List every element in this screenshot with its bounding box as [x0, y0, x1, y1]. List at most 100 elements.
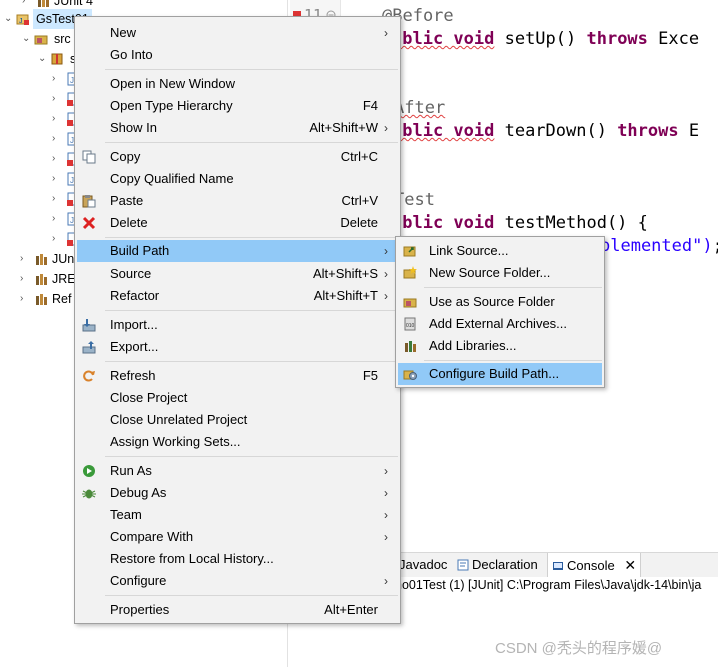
menu-item-refresh[interactable]: Refresh F5 [77, 365, 398, 387]
menu-item-export[interactable]: Export... [77, 336, 398, 358]
menu-item-open-in-new-window[interactable]: Open in New Window [77, 73, 398, 95]
bottom-view-tabs: Javadoc Declaration Console ✕ [395, 552, 718, 577]
keyword: ublic void [392, 29, 495, 49]
code-line: ublic void testMethod() { [392, 213, 648, 233]
menu-item-copy-qualified-name[interactable]: Copy Qualified Name [77, 168, 398, 190]
tree-item-label: src [54, 32, 71, 46]
collapsed-arrow-icon[interactable]: › [52, 234, 62, 244]
tab-javadoc[interactable]: Javadoc [399, 553, 447, 577]
menu-item-add-libraries[interactable]: Add Libraries... [398, 335, 602, 357]
tab-console[interactable]: Console ✕ [547, 553, 642, 577]
collapsed-arrow-icon[interactable]: › [20, 294, 30, 304]
console-icon [553, 562, 563, 570]
menu-item-go-into[interactable]: Go Into [77, 44, 398, 66]
menu-item-label: Add Libraries... [429, 338, 517, 353]
tree-item-referenced-libraries[interactable]: › Ref [0, 289, 80, 309]
menu-item-delete[interactable]: Delete Delete [77, 212, 398, 234]
tree-item-jre-library[interactable]: › JRE [0, 269, 80, 289]
menu-item-configure[interactable]: Configure › [77, 570, 398, 592]
declaration-icon [457, 559, 469, 571]
menu-item-assign-working-sets[interactable]: Assign Working Sets... [77, 431, 398, 453]
tab-label: Console [567, 558, 615, 573]
menu-item-open-type-hierarchy[interactable]: Open Type Hierarchy F4 [77, 95, 398, 117]
menu-item-label: Copy [110, 149, 141, 164]
menu-item-close-unrelated-project[interactable]: Close Unrelated Project [77, 409, 398, 431]
menu-item-build-path[interactable]: Build Path › [77, 240, 398, 262]
menu-item-team[interactable]: Team › [77, 504, 398, 526]
menu-item-label: Go Into [110, 47, 153, 62]
collapsed-arrow-icon[interactable]: › [20, 274, 30, 284]
collapsed-arrow-icon[interactable]: › [52, 134, 62, 144]
code-text: Exce [647, 29, 700, 49]
keyword: throws [586, 29, 648, 49]
menu-separator [105, 310, 398, 311]
keyword: throws [617, 121, 679, 141]
menu-separator [424, 287, 602, 288]
collapsed-arrow-icon[interactable]: › [52, 74, 62, 84]
collapsed-arrow-icon[interactable]: › [20, 254, 30, 264]
menu-item-import[interactable]: Import... [77, 314, 398, 336]
expanded-arrow-icon[interactable]: ⌄ [4, 14, 14, 24]
collapsed-arrow-icon[interactable]: › [52, 114, 62, 124]
menu-item-label: Import... [110, 317, 158, 332]
keyword: ublic void [392, 213, 495, 233]
menu-item-label: Refactor [110, 288, 160, 303]
menu-item-link-source[interactable]: Link Source... [398, 240, 602, 262]
expanded-arrow-icon[interactable]: ⌄ [38, 54, 48, 64]
tab-label: Declaration [472, 557, 538, 572]
menu-item-paste[interactable]: Paste Ctrl+V [77, 190, 398, 212]
menu-item-label: Close Unrelated Project [110, 412, 248, 427]
menu-separator [105, 237, 398, 238]
menu-item-run-as[interactable]: Run As › [77, 460, 398, 482]
submenu-arrow-icon: › [384, 486, 388, 500]
menu-item-debug-as[interactable]: Debug As › [77, 482, 398, 504]
close-icon[interactable]: ✕ [624, 557, 636, 573]
menu-shortcut: Alt+Shift+S [312, 266, 378, 281]
library-icon [405, 341, 416, 352]
menu-item-label: Restore from Local History... [110, 551, 274, 566]
menu-item-configure-build-path[interactable]: Configure Build Path... [398, 363, 602, 385]
menu-item-add-external-archives[interactable]: 010 Add External Archives... [398, 313, 602, 335]
menu-item-use-as-source-folder[interactable]: Use as Source Folder [398, 291, 602, 313]
keyword: ublic void [392, 121, 495, 141]
collapsed-arrow-icon[interactable]: › [52, 94, 62, 104]
tree-item-junit-library[interactable]: › JUn [0, 249, 80, 269]
tree-item-label: Ref [52, 292, 72, 306]
menu-item-label: Configure [110, 573, 167, 588]
collapsed-arrow-icon[interactable]: › [22, 0, 32, 6]
collapsed-arrow-icon[interactable]: › [52, 154, 62, 164]
library-icon [36, 274, 47, 285]
menu-item-restore-from-local-history[interactable]: Restore from Local History... [77, 548, 398, 570]
menu-separator [105, 595, 398, 596]
menu-item-compare-with[interactable]: Compare With › [77, 526, 398, 548]
collapsed-arrow-icon[interactable]: › [52, 174, 62, 184]
menu-item-properties[interactable]: Properties Alt+Enter [77, 599, 398, 621]
menu-item-label: Run As [110, 463, 152, 478]
menu-item-copy[interactable]: Copy Ctrl+C [77, 146, 398, 168]
menu-item-source[interactable]: Source Alt+Shift+S › [77, 263, 398, 285]
menu-shortcut: F4 [362, 98, 378, 113]
menu-item-label: Debug As [110, 485, 167, 500]
tab-label: Javadoc [399, 557, 448, 572]
tree-item-label: JUn [52, 252, 75, 266]
menu-item-new-source-folder[interactable]: New Source Folder... [398, 262, 602, 284]
menu-item-refactor[interactable]: Refactor Alt+Shift+T › [77, 285, 398, 307]
menu-item-new[interactable]: New › [77, 22, 398, 44]
code-line: ublic void setUp() throws Exce [392, 29, 699, 49]
menu-separator [105, 361, 398, 362]
source-folder-icon [34, 35, 48, 45]
menu-shortcut: Ctrl+C [340, 149, 378, 164]
link-source-icon [403, 246, 416, 257]
jar-archive-icon: 010 [404, 317, 416, 331]
svg-text:J: J [19, 18, 23, 25]
tab-declaration[interactable]: Declaration [457, 553, 538, 577]
configure-build-path-icon [403, 370, 417, 380]
collapsed-arrow-icon[interactable]: › [52, 194, 62, 204]
menu-item-close-project[interactable]: Close Project [77, 387, 398, 409]
import-icon [82, 319, 96, 332]
source-folder-icon [403, 298, 417, 308]
code-text: E [678, 121, 700, 141]
expanded-arrow-icon[interactable]: ⌄ [22, 34, 32, 44]
menu-item-show-in[interactable]: Show In Alt+Shift+W › [77, 117, 398, 139]
collapsed-arrow-icon[interactable]: › [52, 214, 62, 224]
